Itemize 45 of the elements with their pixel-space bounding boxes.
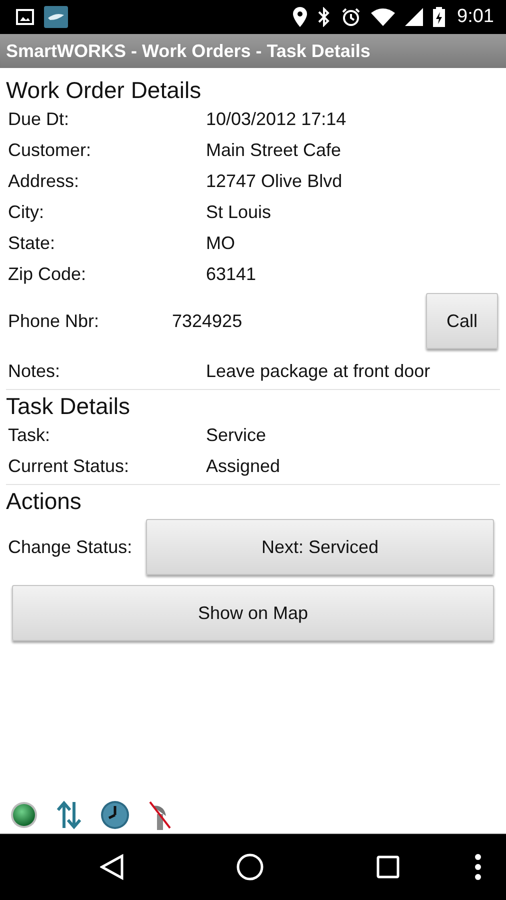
field-value: 7324925 xyxy=(172,310,244,332)
signal-icon xyxy=(405,8,424,26)
image-icon xyxy=(16,9,34,25)
satellite-dish-icon xyxy=(148,800,172,830)
clock-time: 9:01 xyxy=(457,6,494,28)
field-label: Address: xyxy=(8,171,80,192)
field-value: 63141 xyxy=(206,264,256,285)
clock-icon xyxy=(100,800,130,830)
field-label: State: xyxy=(8,233,56,254)
back-icon[interactable] xyxy=(100,854,124,880)
field-value: 10/03/2012 17:14 xyxy=(206,109,346,130)
status-light-icon xyxy=(10,801,38,829)
show-on-map-button[interactable]: Show on Map xyxy=(12,585,494,641)
app-icon xyxy=(44,6,68,28)
section-heading: Actions xyxy=(6,487,82,515)
alarm-icon xyxy=(341,7,362,27)
field-value: St Louis xyxy=(206,202,272,223)
recents-icon[interactable] xyxy=(376,855,400,879)
section-heading: Work Order Details xyxy=(6,76,202,104)
field-value: Assigned xyxy=(206,456,280,477)
field-label: Change Status: xyxy=(7,536,134,558)
field-label: Notes: xyxy=(8,361,62,382)
field-label: Current Status: xyxy=(8,456,130,477)
field-value: Service xyxy=(206,425,266,446)
field-label: Customer: xyxy=(8,140,92,161)
field-value: MO xyxy=(206,233,235,254)
call-button[interactable]: Call xyxy=(426,293,498,349)
more-icon[interactable] xyxy=(474,853,482,881)
battery-icon xyxy=(433,7,446,27)
field-label: Phone Nbr: xyxy=(8,310,100,332)
field-label: City: xyxy=(8,202,45,223)
field-value: Main Street Cafe xyxy=(206,140,342,161)
field-value: 12747 Olive Blvd xyxy=(206,171,342,192)
field-label: Due Dt: xyxy=(8,109,70,130)
bluetooth-icon xyxy=(317,7,332,27)
section-heading: Task Details xyxy=(6,392,131,420)
wifi-icon xyxy=(371,8,396,26)
next-status-button[interactable]: Next: Serviced xyxy=(146,519,494,575)
field-label: Task: xyxy=(8,425,52,446)
sync-arrows-icon xyxy=(56,800,82,830)
home-icon[interactable] xyxy=(236,853,264,881)
field-value: Leave package at front door xyxy=(206,361,430,382)
field-label: Zip Code: xyxy=(8,264,88,285)
location-icon xyxy=(293,7,308,27)
window-title: SmartWORKS - Work Orders - Task Details xyxy=(6,40,370,62)
